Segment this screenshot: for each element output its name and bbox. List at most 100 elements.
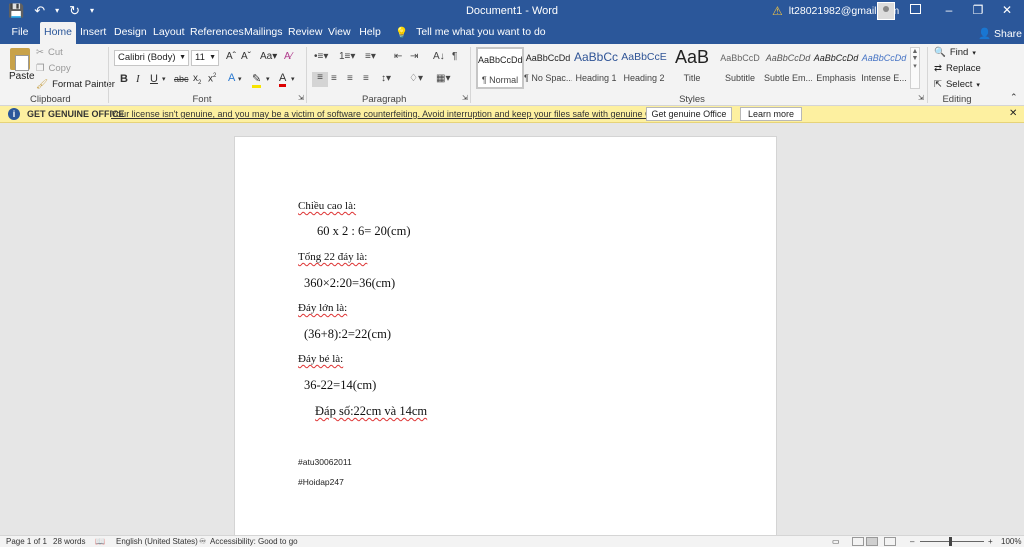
- restore-icon[interactable]: ❐: [971, 3, 985, 17]
- style-subtitle[interactable]: AaBbCcD Subtitle: [716, 47, 764, 89]
- format-painter-button[interactable]: 🖌 Format Painter: [36, 79, 115, 90]
- chevron-down-icon[interactable]: ▾: [162, 75, 166, 83]
- align-right-icon[interactable]: ≡: [347, 73, 353, 84]
- align-left-icon[interactable]: ≡: [312, 72, 328, 87]
- word-count[interactable]: 28 words: [53, 537, 85, 546]
- bullets-icon[interactable]: •≡▾: [314, 51, 328, 62]
- chevron-down-icon[interactable]: ▾: [266, 75, 270, 83]
- learn-more-button[interactable]: Learn more: [740, 107, 802, 121]
- dialog-launcher-icon[interactable]: ⇲: [298, 94, 304, 102]
- tab-file[interactable]: File: [8, 22, 32, 44]
- numbering-icon[interactable]: 1≡▾: [339, 51, 355, 62]
- zoom-slider-thumb[interactable]: [949, 537, 952, 546]
- zoom-slider[interactable]: [920, 541, 984, 542]
- line-spacing-icon[interactable]: ↕▾: [381, 73, 391, 84]
- style-intense-emphasis[interactable]: AaBbCcDd Intense E...: [860, 47, 908, 89]
- tab-mailings[interactable]: Mailings: [244, 22, 283, 44]
- subscript-icon[interactable]: x2: [193, 73, 201, 86]
- minimize-icon[interactable]: –: [942, 3, 956, 17]
- highlight-icon[interactable]: ✎: [252, 72, 262, 88]
- accessibility-status[interactable]: Accessibility: Good to go: [210, 537, 298, 546]
- select-button[interactable]: ⇱ Select ▾: [934, 79, 980, 90]
- text-effects-icon[interactable]: A: [228, 72, 235, 84]
- close-icon[interactable]: ✕: [1009, 108, 1017, 119]
- strikethrough-icon[interactable]: abc: [174, 74, 189, 84]
- tab-insert[interactable]: Insert: [80, 22, 106, 44]
- style-heading-1[interactable]: AaBbCc Heading 1: [572, 47, 620, 89]
- style-name: ¶ Normal: [481, 75, 519, 85]
- proofing-icon[interactable]: 📖: [95, 537, 105, 546]
- zoom-in-icon[interactable]: +: [988, 537, 993, 546]
- sort-icon[interactable]: A↓: [433, 51, 445, 62]
- dialog-launcher-icon[interactable]: ⇲: [462, 94, 468, 102]
- style-heading-2[interactable]: AaBbCcE Heading 2: [620, 47, 668, 89]
- chevron-down-icon[interactable]: ▾: [238, 75, 242, 83]
- find-button[interactable]: 🔍 Find ▾: [934, 47, 976, 58]
- tab-layout[interactable]: Layout: [153, 22, 185, 44]
- print-layout-icon[interactable]: [866, 537, 878, 546]
- cursor-icon: ⇱: [934, 79, 942, 90]
- font-family-select[interactable]: Calibri (Body) ▼: [114, 50, 189, 66]
- styles-scroll[interactable]: ▲ ▼ ▾: [910, 47, 920, 89]
- document-canvas[interactable]: Chiều cao là: 60 x 2 : 6= 20(cm) Tổng 22…: [0, 123, 1024, 535]
- tab-references[interactable]: References: [190, 22, 244, 44]
- italic-icon[interactable]: I: [136, 73, 140, 85]
- avatar[interactable]: [877, 2, 895, 20]
- shrink-font-icon[interactable]: Aˇ: [241, 51, 251, 62]
- zoom-level[interactable]: 100%: [1001, 537, 1021, 546]
- paste-button[interactable]: Paste: [9, 71, 35, 82]
- paste-icon[interactable]: [10, 48, 30, 71]
- style-name: Title: [683, 73, 701, 83]
- ribbon-display-options-icon[interactable]: [910, 4, 921, 14]
- close-icon[interactable]: ✕: [1000, 3, 1014, 17]
- share-button[interactable]: 👤 Share: [978, 27, 1022, 40]
- replace-icon: ⇄: [934, 63, 942, 74]
- page-count[interactable]: Page 1 of 1: [6, 537, 47, 546]
- tab-help[interactable]: Help: [359, 22, 381, 44]
- doc-line: Đáy bé là:: [298, 353, 344, 365]
- collapse-ribbon-icon[interactable]: ⌃: [1010, 92, 1018, 103]
- tab-home[interactable]: Home: [40, 22, 76, 44]
- read-mode-icon[interactable]: [852, 537, 864, 546]
- superscript-icon[interactable]: x2: [208, 73, 216, 84]
- chevron-down-icon[interactable]: ▾: [291, 75, 295, 83]
- tab-review[interactable]: Review: [288, 22, 322, 44]
- tab-view[interactable]: View: [328, 22, 351, 44]
- focus-icon[interactable]: ▭: [832, 537, 840, 546]
- infobar-message-link[interactable]: Your license isn't genuine, and you may …: [111, 109, 695, 119]
- copy-button[interactable]: ❐ Copy: [36, 63, 71, 74]
- style-name: Intense E...: [861, 73, 907, 83]
- borders-icon[interactable]: ▦▾: [436, 73, 450, 84]
- language[interactable]: English (United States): [116, 537, 198, 546]
- dialog-launcher-icon[interactable]: ⇲: [918, 94, 924, 102]
- style-emphasis[interactable]: AaBbCcDd Emphasis: [812, 47, 860, 89]
- cut-button[interactable]: ✂ Cut: [36, 47, 63, 58]
- style-subtle-emphasis[interactable]: AaBbCcDd Subtle Em...: [764, 47, 812, 89]
- zoom-out-icon[interactable]: –: [910, 537, 914, 546]
- grow-font-icon[interactable]: Aˆ: [226, 51, 236, 62]
- style-normal[interactable]: AaBbCcDd ¶ Normal: [476, 47, 524, 89]
- style-no-spacing[interactable]: AaBbCcDd ¶ No Spac...: [524, 47, 572, 89]
- align-center-icon[interactable]: ≡: [331, 73, 337, 84]
- bold-icon[interactable]: B: [120, 73, 128, 85]
- font-color-icon[interactable]: A: [279, 72, 287, 87]
- get-genuine-office-button[interactable]: Get genuine Office: [646, 107, 732, 121]
- decrease-indent-icon[interactable]: ⇤: [394, 51, 402, 62]
- tab-design[interactable]: Design: [114, 22, 147, 44]
- shading-icon[interactable]: ♢▾: [409, 73, 423, 84]
- increase-indent-icon[interactable]: ⇥: [410, 51, 418, 62]
- clear-formatting-icon[interactable]: A∕: [284, 51, 292, 62]
- web-layout-icon[interactable]: [884, 537, 896, 546]
- multilevel-list-icon[interactable]: ≡▾: [365, 51, 376, 62]
- change-case-button[interactable]: Aa▾: [260, 51, 277, 62]
- replace-button[interactable]: ⇄ Replace: [934, 63, 981, 74]
- style-title[interactable]: AaB Title: [668, 47, 716, 89]
- document-page[interactable]: Chiều cao là: 60 x 2 : 6= 20(cm) Tổng 22…: [234, 136, 777, 535]
- justify-icon[interactable]: ≡: [363, 73, 369, 84]
- font-size-select[interactable]: 11 ▼: [191, 50, 219, 66]
- show-marks-icon[interactable]: ¶: [452, 51, 457, 62]
- paragraph-group-label: Paragraph: [362, 94, 407, 105]
- underline-icon[interactable]: U: [150, 73, 158, 85]
- tell-me-search[interactable]: 💡 Tell me what you want to do: [395, 26, 546, 39]
- scissors-icon: ✂: [36, 47, 44, 58]
